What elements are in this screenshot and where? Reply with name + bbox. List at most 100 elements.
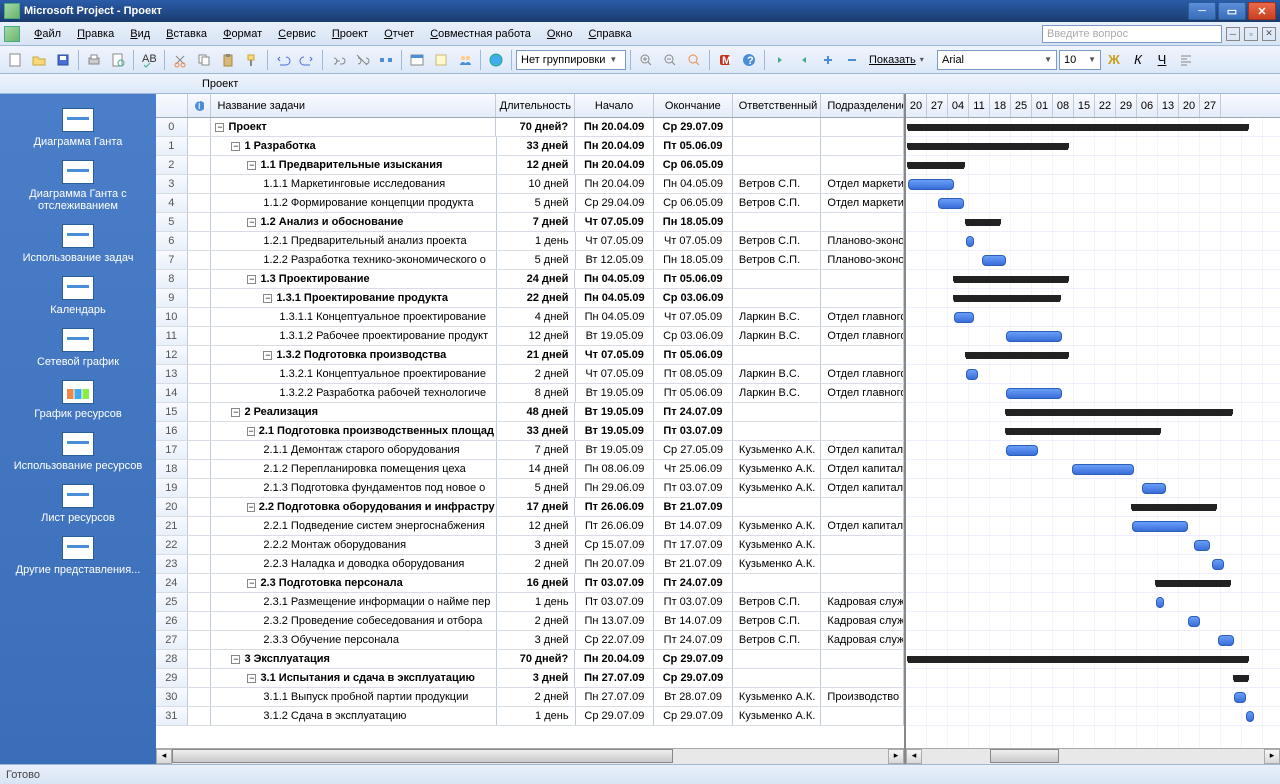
cell[interactable]: Кузьменко А.К. [733, 460, 821, 478]
office-web-button[interactable]: M [714, 49, 736, 71]
print-button[interactable] [83, 49, 105, 71]
cell[interactable]: Отдел главного [821, 308, 904, 326]
cell[interactable] [188, 631, 212, 649]
cell[interactable]: 4 дней [497, 308, 576, 326]
cell[interactable]: Чт 07.05.09 [576, 346, 655, 364]
cell[interactable]: Пт 17.07.09 [654, 536, 733, 554]
cell[interactable] [188, 137, 212, 155]
task-row[interactable]: 29−3.1 Испытания и сдача в эксплуатацию3… [156, 669, 904, 688]
task-row[interactable]: 61.2.1 Предварительный анализ проекта1 д… [156, 232, 904, 251]
cell[interactable]: Отдел капиталь [821, 460, 904, 478]
cell[interactable]: 2.3.1 Размещение информации о найме пер [211, 593, 496, 611]
cell[interactable]: Пт 05.06.09 [654, 384, 733, 402]
cell[interactable] [188, 403, 212, 421]
cell[interactable]: 48 дней [497, 403, 576, 421]
ask-question-box[interactable]: Введите вопрос [1042, 25, 1222, 43]
cell[interactable]: Вт 14.07.09 [654, 612, 733, 630]
gantt-row[interactable] [906, 289, 1280, 308]
cell[interactable]: Вт 28.07.09 [654, 688, 733, 706]
cell[interactable]: 2 дней [497, 555, 576, 573]
gantt-body[interactable] [906, 118, 1280, 748]
gantt-row[interactable] [906, 536, 1280, 555]
cell[interactable]: 13 [156, 365, 188, 383]
task-row[interactable]: 212.2.1 Подведение систем энергоснабжени… [156, 517, 904, 536]
cell[interactable]: 6 [156, 232, 188, 250]
cell[interactable]: 27 [156, 631, 188, 649]
task-bar[interactable] [1006, 388, 1062, 399]
cell[interactable]: Ветров С.П. [733, 593, 821, 611]
cell[interactable]: Вт 19.05.09 [576, 327, 655, 345]
task-row[interactable]: 131.3.2.1 Концептуальное проектирование2… [156, 365, 904, 384]
cell[interactable]: Отдел капиталь [821, 479, 904, 497]
task-row[interactable]: 111.3.1.2 Рабочее проектирование продукт… [156, 327, 904, 346]
cell[interactable]: Ср 22.07.09 [576, 631, 655, 649]
cell[interactable]: 1.1.1 Маркетинговые исследования [211, 175, 496, 193]
cell[interactable] [188, 213, 212, 231]
task-info-button[interactable] [406, 49, 428, 71]
task-bar[interactable] [1156, 597, 1164, 608]
view-2[interactable]: Использование задач [0, 218, 156, 270]
cell[interactable] [188, 650, 212, 668]
task-bar[interactable] [938, 198, 964, 209]
help-button[interactable]: ? [738, 49, 760, 71]
cell[interactable]: Ларкин В.С. [733, 308, 821, 326]
cell[interactable]: 7 дней [497, 441, 576, 459]
cell[interactable]: Ветров С.П. [733, 175, 821, 193]
task-row[interactable]: 232.2.3 Наладка и доводка оборудования2 … [156, 555, 904, 574]
cell[interactable] [188, 365, 212, 383]
cell[interactable]: 2.3.2 Проведение собеседования и отбора [211, 612, 496, 630]
cell[interactable]: 18 [156, 460, 188, 478]
cell[interactable]: 25 [156, 593, 188, 611]
cell[interactable]: 1 день [497, 593, 576, 611]
show-subtasks-button[interactable] [817, 49, 839, 71]
cell[interactable]: 1.3.1.1 Концептуальное проектирование [211, 308, 497, 326]
summary-bar[interactable] [908, 162, 964, 169]
cell[interactable]: −3 Эксплуатация [211, 650, 496, 668]
cell[interactable] [188, 517, 212, 535]
gantt-row[interactable] [906, 156, 1280, 175]
view-6[interactable]: Использование ресурсов [0, 426, 156, 478]
cell[interactable] [188, 707, 212, 725]
cell[interactable]: Пт 05.06.09 [654, 137, 733, 155]
task-bar[interactable] [1194, 540, 1210, 551]
copy-button[interactable] [193, 49, 215, 71]
cell[interactable]: Ларкин В.С. [733, 365, 821, 383]
cell[interactable]: 26 [156, 612, 188, 630]
menu-вставка[interactable]: Вставка [158, 26, 215, 42]
cell[interactable]: 3.1.1 Выпуск пробной партии продукции [211, 688, 496, 706]
mdi-restore-button[interactable]: ▫ [1244, 27, 1258, 41]
cell[interactable]: Кузьменко А.К. [733, 479, 821, 497]
cell[interactable] [188, 460, 212, 478]
task-row[interactable]: 303.1.1 Выпуск пробной партии продукции2… [156, 688, 904, 707]
gantt-row[interactable] [906, 650, 1280, 669]
cell[interactable]: 10 дней [497, 175, 576, 193]
cell[interactable]: Пн 04.05.09 [654, 175, 733, 193]
cell[interactable]: Пн 13.07.09 [576, 612, 655, 630]
outdent-button[interactable] [769, 49, 791, 71]
cell[interactable] [188, 118, 212, 136]
cell[interactable]: Пт 03.07.09 [575, 574, 654, 592]
cell[interactable]: Пн 20.04.09 [576, 175, 655, 193]
cut-button[interactable] [169, 49, 191, 71]
maximize-button[interactable]: ▭ [1218, 2, 1246, 20]
cell[interactable]: 17 [156, 441, 188, 459]
cell[interactable]: 2.3.3 Обучение персонала [211, 631, 496, 649]
cell[interactable]: 5 [156, 213, 188, 231]
gantt-row[interactable] [906, 213, 1280, 232]
cell[interactable]: Ветров С.П. [733, 194, 821, 212]
cell[interactable]: 19 [156, 479, 188, 497]
cell[interactable]: Пн 04.05.09 [576, 308, 655, 326]
cell[interactable] [821, 555, 904, 573]
cell[interactable] [188, 536, 212, 554]
cell[interactable]: 3 дней [497, 536, 576, 554]
cell[interactable]: 5 дней [497, 251, 576, 269]
gantt-row[interactable] [906, 308, 1280, 327]
cell[interactable]: Пн 20.07.09 [576, 555, 655, 573]
view-4[interactable]: Сетевой график [0, 322, 156, 374]
summary-bar[interactable] [966, 219, 1000, 226]
cell[interactable]: 2.2.2 Монтаж оборудования [211, 536, 496, 554]
cell[interactable]: Пт 03.07.09 [654, 422, 733, 440]
print-preview-button[interactable] [107, 49, 129, 71]
gantt-row[interactable] [906, 232, 1280, 251]
task-bar[interactable] [1132, 521, 1188, 532]
